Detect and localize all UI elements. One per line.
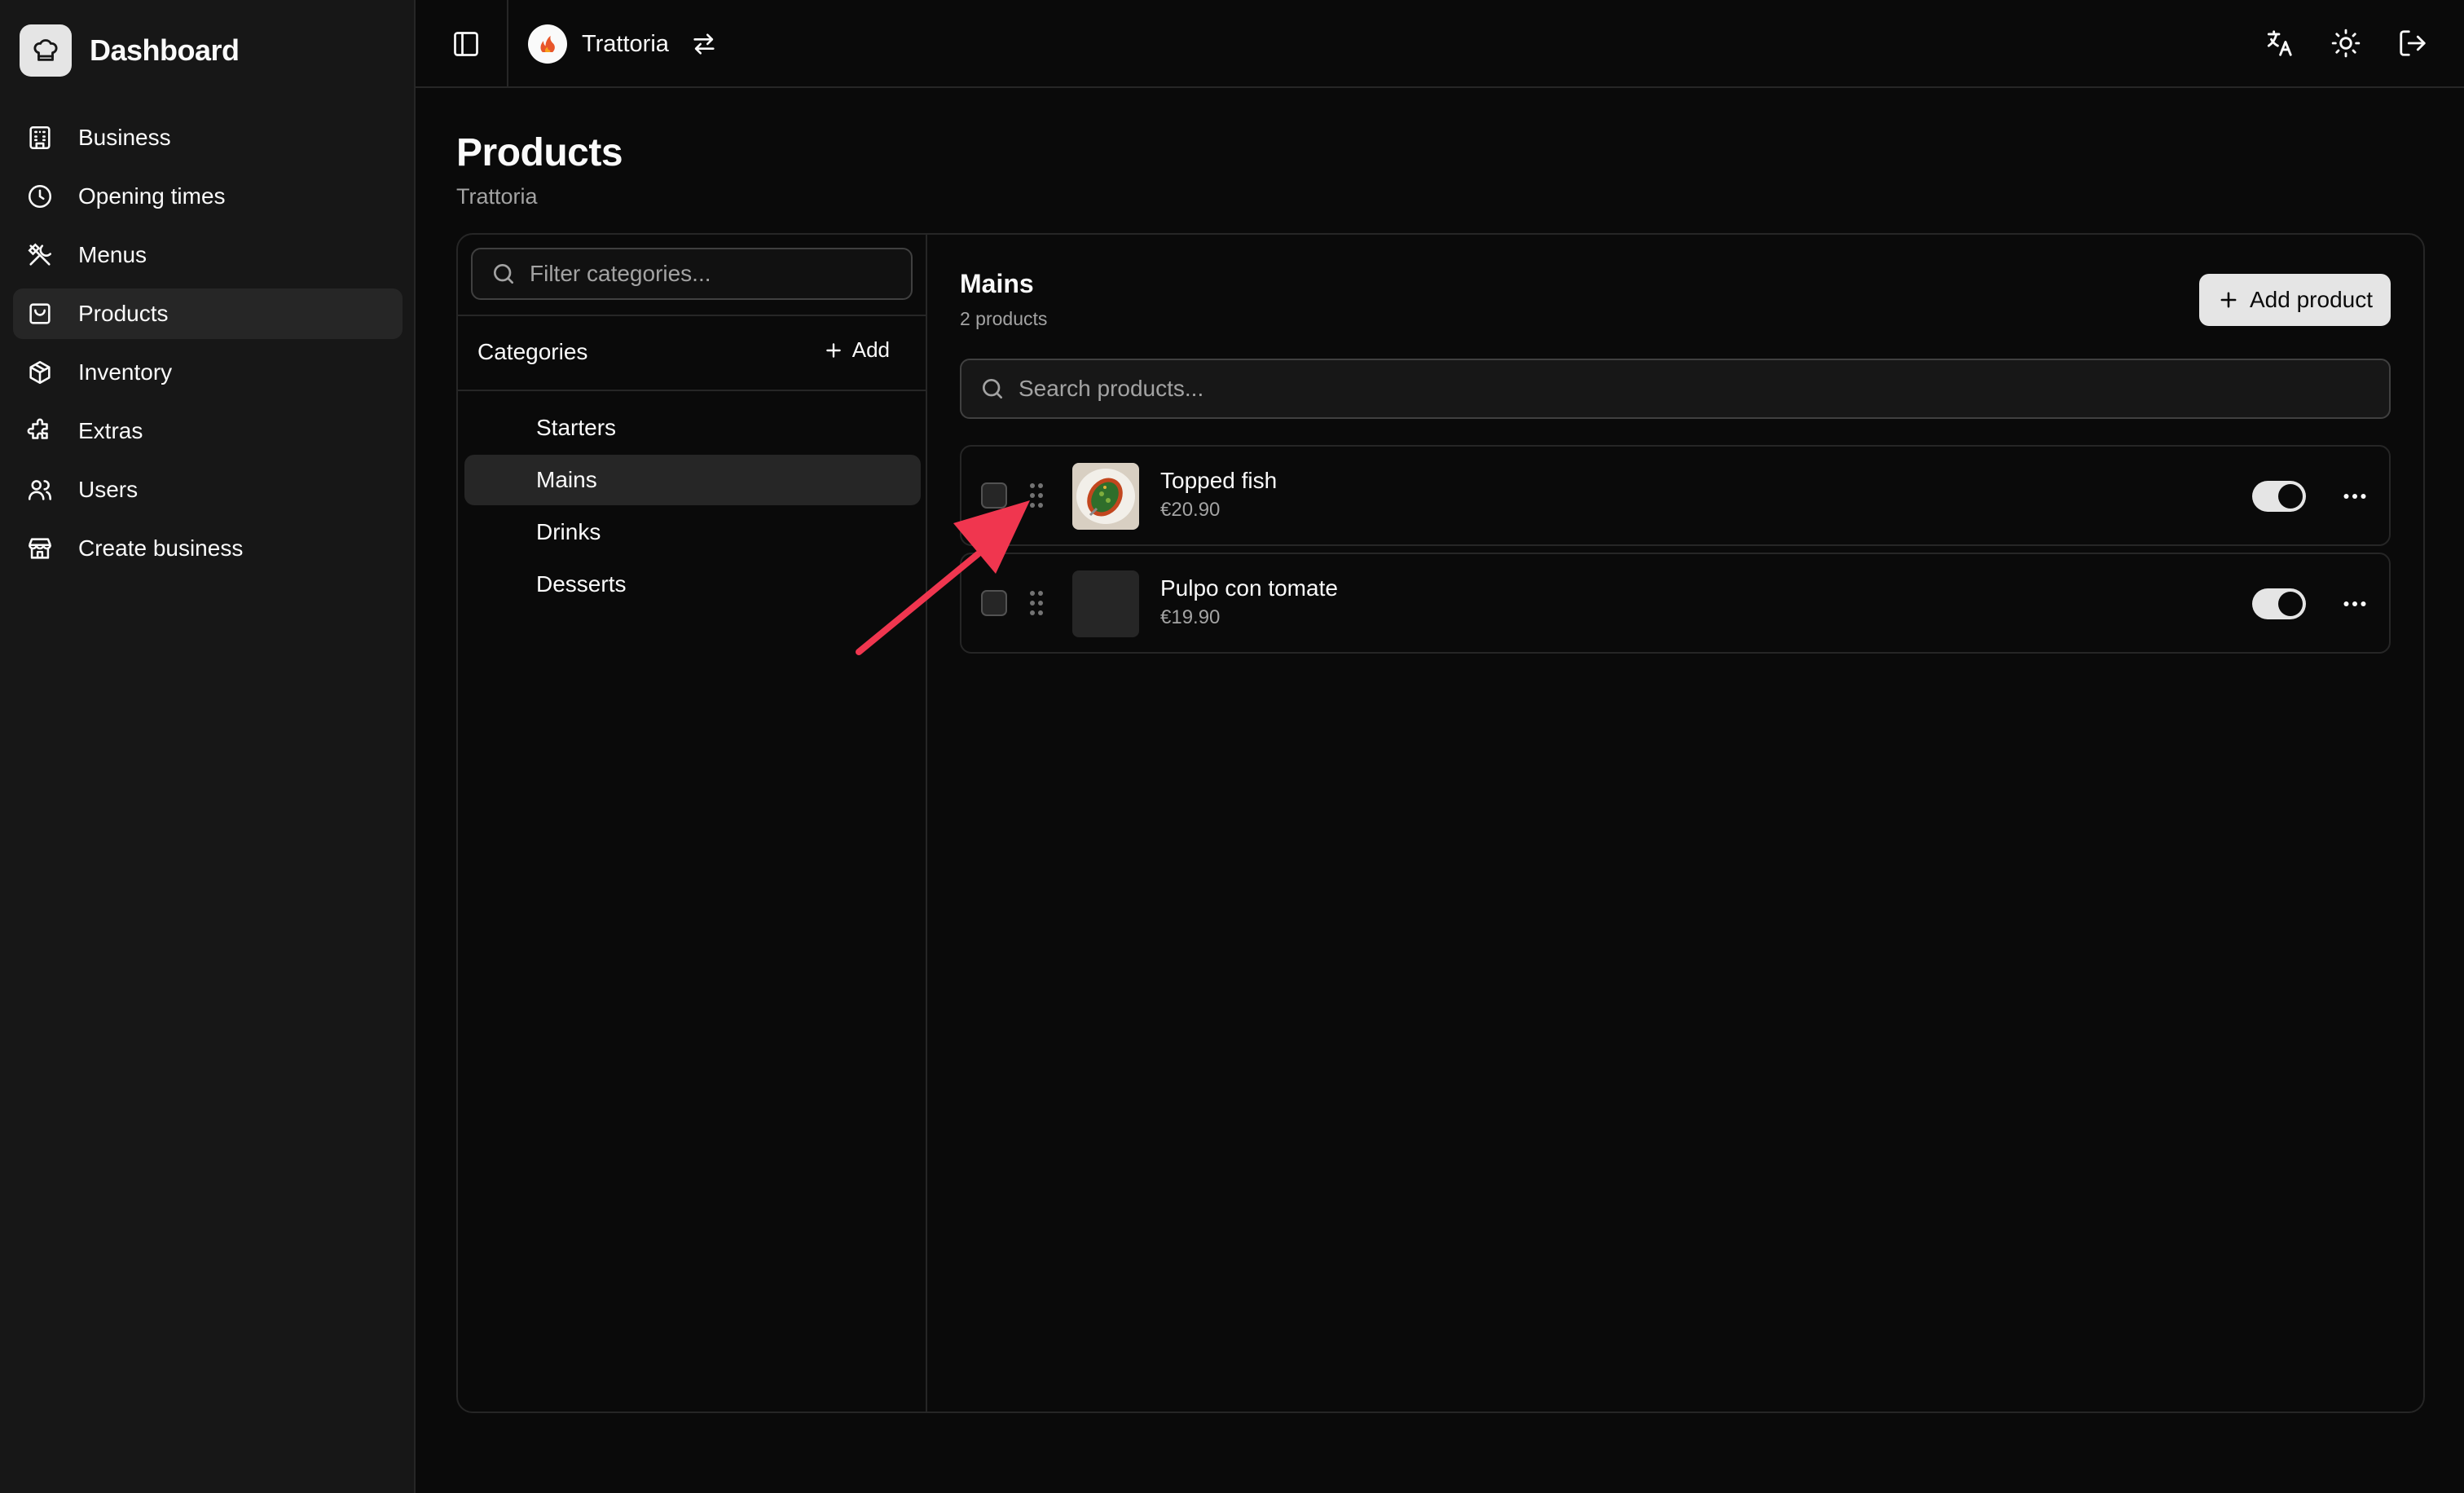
users-icon [28, 480, 52, 500]
products-panel: Categories Add Starters Mains Drinks Des… [456, 233, 2425, 1413]
business-avatar [528, 24, 567, 64]
shopping-bag-icon [29, 303, 51, 324]
sidebar-item-inventory[interactable]: Inventory [13, 347, 403, 398]
sidebar-toggle-icon[interactable] [451, 29, 481, 59]
search-icon [983, 379, 1002, 399]
sidebar-item-label: Inventory [78, 359, 173, 385]
business-switcher[interactable]: Trattoria [528, 23, 718, 65]
search-icon [494, 264, 513, 284]
sidebar-item-create-business[interactable]: Create business [13, 523, 403, 574]
building-icon [29, 126, 51, 150]
drag-handle-icon[interactable] [1028, 590, 1045, 616]
more-options-icon[interactable] [2340, 592, 2369, 616]
topbar-divider [507, 0, 508, 88]
categories-header: Categories Add [458, 315, 926, 391]
clock-icon [28, 184, 52, 209]
category-item-starters[interactable]: Starters [464, 403, 921, 453]
search-products-input[interactable] [1017, 375, 2389, 403]
category-item-desserts[interactable]: Desserts [464, 559, 921, 610]
sidebar-item-business[interactable]: Business [13, 112, 403, 163]
sidebar-item-menus[interactable]: Menus [13, 230, 403, 280]
category-item-drinks[interactable]: Drinks [464, 507, 921, 557]
sidebar-item-label: Create business [78, 535, 244, 561]
category-title: Mains [960, 269, 1034, 298]
products-column: Mains 2 products Add product Topped fish… [927, 235, 2423, 1412]
sidebar-item-label: Opening times [78, 183, 226, 209]
top-bar: Trattoria [416, 0, 2464, 88]
category-list: Starters Mains Drinks Desserts [464, 403, 921, 611]
swap-icon[interactable] [690, 30, 718, 58]
drag-handle-icon[interactable] [1028, 482, 1045, 509]
flame-logo-icon [540, 36, 555, 52]
translate-icon[interactable] [2264, 28, 2295, 59]
package-icon [29, 360, 51, 385]
app-title: Dashboard [90, 33, 240, 67]
filter-categories-input[interactable] [528, 260, 911, 288]
sidebar-item-label: Business [78, 125, 171, 150]
utensils-icon [28, 243, 52, 266]
page-subtitle: Trattoria [456, 184, 538, 209]
logout-icon[interactable] [2397, 28, 2428, 59]
add-product-label: Add product [2250, 287, 2373, 312]
category-item-mains[interactable]: Mains [464, 455, 921, 505]
product-price: €20.90 [1160, 499, 1221, 521]
plus-icon [825, 342, 841, 358]
sidebar-item-opening-times[interactable]: Opening times [13, 171, 403, 222]
product-price: €19.90 [1160, 606, 1221, 628]
sun-icon[interactable] [2330, 28, 2361, 59]
app-logo-row[interactable]: Dashboard [20, 24, 240, 77]
sidebar-item-label: Extras [78, 418, 143, 443]
categories-column: Categories Add Starters Mains Drinks Des… [458, 235, 927, 1412]
sidebar-item-label: Menus [78, 242, 147, 267]
plus-icon [2220, 292, 2237, 308]
product-image-placeholder [1072, 570, 1139, 637]
product-count: 2 products [960, 308, 1048, 329]
categories-heading: Categories [477, 339, 588, 364]
page-title: Products [456, 131, 623, 174]
product-enabled-toggle[interactable] [2252, 588, 2306, 619]
product-image [1072, 463, 1139, 530]
sidebar-item-users[interactable]: Users [13, 465, 403, 515]
sidebar-item-products[interactable]: Products [13, 288, 403, 339]
row-checkbox[interactable] [981, 482, 1007, 509]
product-name: Pulpo con tomate [1160, 575, 1338, 601]
business-name: Trattoria [582, 30, 669, 57]
sidebar-item-label: Products [78, 301, 169, 326]
puzzle-icon [27, 418, 48, 439]
sidebar-item-extras[interactable]: Extras [13, 406, 403, 456]
sidebar-item-label: Users [78, 477, 139, 502]
sidebar: Dashboard Business Opening times Menus P… [0, 0, 416, 1493]
store-icon [28, 538, 52, 559]
chef-hat-icon [20, 24, 72, 77]
product-row[interactable]: Pulpo con tomate €19.90 [960, 553, 2391, 654]
topbar-actions [2264, 28, 2428, 59]
filter-categories-field[interactable] [471, 248, 913, 300]
search-products-field[interactable] [960, 359, 2391, 419]
sidebar-nav: Business Opening times Menus Products In… [13, 112, 403, 582]
add-category-button[interactable]: Add [823, 337, 890, 363]
more-options-icon[interactable] [2340, 484, 2369, 509]
toggle-knob [2278, 484, 2303, 509]
product-name: Topped fish [1160, 468, 1278, 493]
product-enabled-toggle[interactable] [2252, 481, 2306, 512]
add-category-label: Add [851, 337, 890, 362]
product-row[interactable]: Topped fish €20.90 [960, 445, 2391, 546]
add-product-button[interactable]: Add product [2199, 274, 2391, 326]
row-checkbox[interactable] [981, 590, 1007, 616]
toggle-knob [2278, 592, 2303, 616]
